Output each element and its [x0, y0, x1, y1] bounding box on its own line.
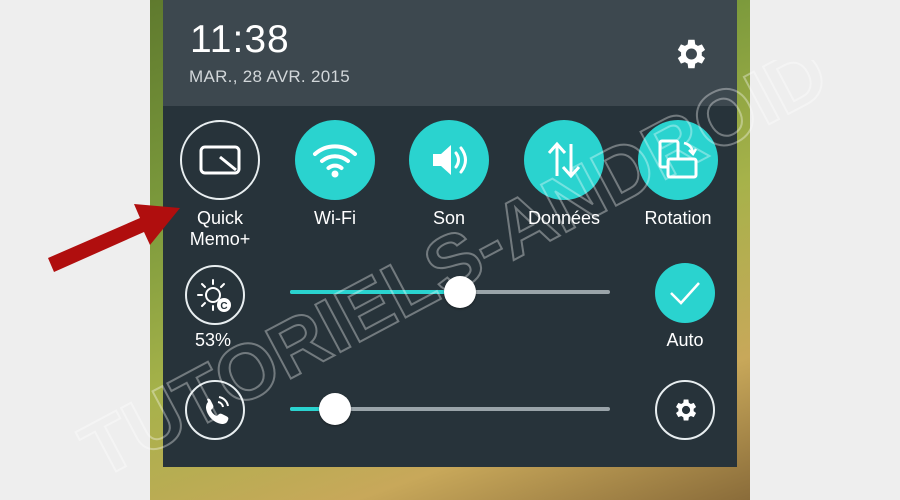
- quickmemo-label: Quick Memo+: [189, 208, 251, 249]
- data-circle: [524, 120, 604, 200]
- check-icon: [670, 282, 700, 305]
- rotation-icon: [658, 139, 698, 179]
- brightness-slider[interactable]: [290, 276, 610, 308]
- sound-label: Son: [432, 208, 466, 228]
- volume-thumb[interactable]: [318, 393, 351, 425]
- settings-button[interactable]: [663, 31, 717, 77]
- ringtone-volume-button[interactable]: [185, 380, 245, 440]
- sound-settings-button[interactable]: [655, 380, 715, 440]
- quickmemo-circle: [180, 120, 260, 200]
- gear-icon: [676, 399, 697, 421]
- brightness-percent: 53%: [194, 330, 232, 350]
- gear-icon: [677, 39, 706, 69]
- data-toggle[interactable]: Données: [512, 120, 616, 260]
- shade-header: 11:38 MAR., 28 AVR. 2015: [163, 0, 737, 106]
- wifi-label: Wi-Fi: [314, 208, 356, 228]
- annotation-arrow: [48, 204, 180, 272]
- quickmemo-icon: [199, 145, 241, 175]
- data-label: Données: [527, 208, 601, 228]
- sound-circle: [409, 120, 489, 200]
- sound-toggle[interactable]: Son: [397, 120, 501, 260]
- brightness-icon-button: C: [185, 265, 245, 325]
- wifi-icon: [313, 144, 357, 178]
- data-transfer-icon: [547, 141, 581, 179]
- wifi-circle: [295, 120, 375, 200]
- svg-text:C: C: [220, 301, 227, 312]
- clock-time: 11:38: [190, 18, 290, 61]
- sound-icon: [433, 145, 467, 175]
- brightness-fill: [290, 290, 460, 294]
- brightness-icon: C: [197, 279, 231, 312]
- rotation-circle: [638, 120, 718, 200]
- rotation-toggle[interactable]: Rotation: [626, 120, 730, 260]
- phone-ring-icon: [206, 396, 229, 424]
- notification-shade: 11:38 MAR., 28 AVR. 2015 Quick Memo+ Wi-…: [163, 0, 737, 467]
- rotation-label: Rotation: [644, 208, 712, 228]
- brightness-thumb[interactable]: [443, 276, 476, 308]
- auto-brightness-toggle[interactable]: [655, 263, 715, 323]
- clock-date: MAR., 28 AVR. 2015: [189, 67, 350, 86]
- volume-slider[interactable]: [290, 393, 610, 425]
- wifi-toggle[interactable]: Wi-Fi: [283, 120, 387, 260]
- auto-label: Auto: [666, 330, 704, 350]
